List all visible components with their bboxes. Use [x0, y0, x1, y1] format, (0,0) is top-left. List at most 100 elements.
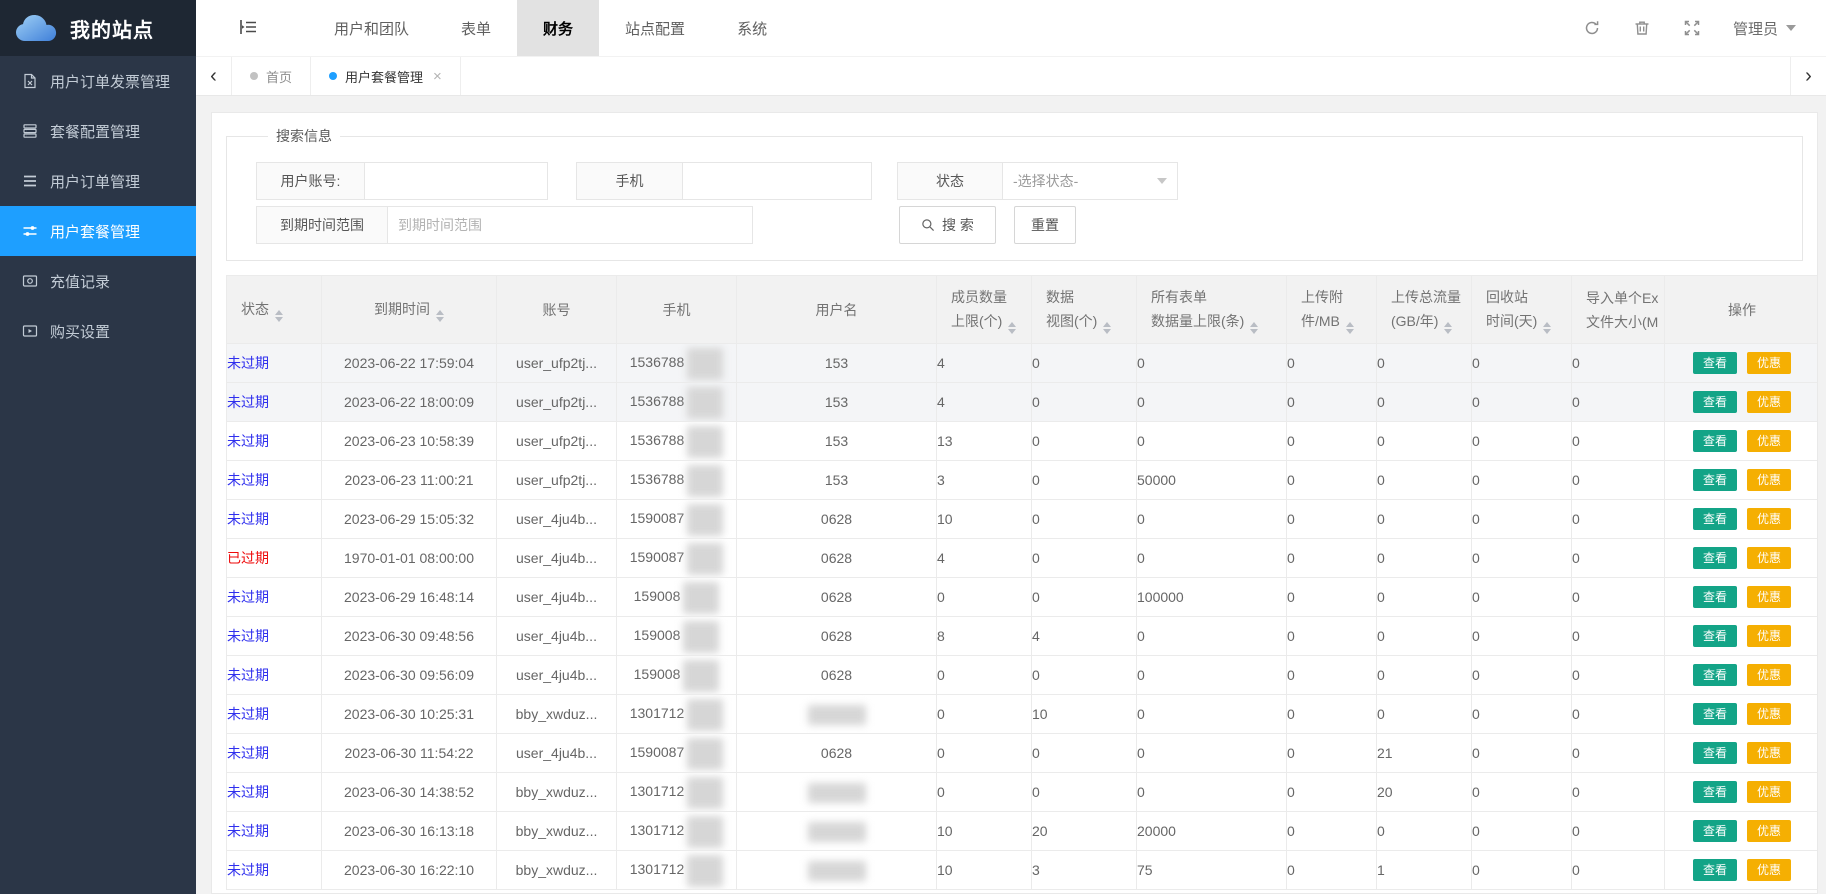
sort-icon[interactable]: [436, 310, 444, 322]
status-link[interactable]: 未过期: [227, 667, 269, 683]
phone-number: 1590087: [630, 549, 685, 565]
sort-icon[interactable]: [275, 310, 283, 322]
reset-button[interactable]: 重置: [1014, 206, 1076, 244]
view-button[interactable]: 查看: [1693, 664, 1737, 686]
page-tab-1[interactable]: 首页: [232, 57, 311, 95]
topnav-item-1[interactable]: 用户和团队: [308, 0, 435, 56]
reset-button-label: 重置: [1031, 215, 1059, 235]
account-input[interactable]: [364, 162, 548, 200]
column-header-6[interactable]: 成员数量上限(个): [937, 276, 1032, 344]
sidebar-item-1[interactable]: 用户订单发票管理: [0, 56, 196, 106]
status-link[interactable]: 未过期: [227, 589, 269, 605]
status-link[interactable]: 未过期: [227, 394, 269, 410]
view-button[interactable]: 查看: [1693, 859, 1737, 881]
sidebar-item-6[interactable]: 购买设置: [0, 306, 196, 356]
status-link[interactable]: 未过期: [227, 745, 269, 761]
page-tab-2[interactable]: 用户套餐管理×: [311, 57, 461, 95]
sidebar-item-5[interactable]: 充值记录: [0, 256, 196, 306]
discount-button[interactable]: 优惠: [1747, 508, 1791, 530]
column-header-8[interactable]: 所有表单数据量上限(条): [1137, 276, 1287, 344]
status-link[interactable]: 未过期: [227, 823, 269, 839]
discount-button[interactable]: 优惠: [1747, 664, 1791, 686]
discount-button[interactable]: 优惠: [1747, 586, 1791, 608]
view-button[interactable]: 查看: [1693, 625, 1737, 647]
search-button[interactable]: 搜 索: [899, 206, 996, 244]
status-link[interactable]: 未过期: [227, 784, 269, 800]
value-cell-6: 0: [1472, 578, 1572, 617]
view-button[interactable]: 查看: [1693, 391, 1737, 413]
topnav-item-4[interactable]: 站点配置: [599, 0, 711, 56]
status-link[interactable]: 未过期: [227, 433, 269, 449]
sort-icon[interactable]: [1008, 322, 1016, 334]
topnav-item-5[interactable]: 系统: [711, 0, 793, 56]
view-button[interactable]: 查看: [1693, 430, 1737, 452]
view-button[interactable]: 查看: [1693, 508, 1737, 530]
tabs-scroll-right-icon[interactable]: ›: [1790, 57, 1826, 95]
sidebar-item-4[interactable]: 用户套餐管理: [0, 206, 196, 256]
discount-button[interactable]: 优惠: [1747, 352, 1791, 374]
fullscreen-icon[interactable]: [1683, 19, 1701, 37]
sidebar: 我的站点 用户订单发票管理套餐配置管理用户订单管理用户套餐管理充值记录购买设置: [0, 0, 196, 894]
view-button[interactable]: 查看: [1693, 547, 1737, 569]
column-header-2[interactable]: 到期时间: [322, 276, 497, 344]
navbar-actions: 管理员: [1583, 0, 1826, 56]
date-range-input[interactable]: [387, 206, 753, 244]
phone-cell: 1301712: [617, 812, 737, 851]
value-cell-5: 21: [1377, 734, 1472, 773]
view-button[interactable]: 查看: [1693, 469, 1737, 491]
view-button[interactable]: 查看: [1693, 703, 1737, 725]
sort-icon[interactable]: [1250, 322, 1258, 334]
trash-icon[interactable]: [1633, 19, 1651, 37]
value-cell-4: 0: [1287, 578, 1377, 617]
admin-dropdown[interactable]: 管理员: [1733, 18, 1796, 39]
status-select[interactable]: -选择状态-: [1002, 162, 1178, 200]
discount-button[interactable]: 优惠: [1747, 469, 1791, 491]
discount-button[interactable]: 优惠: [1747, 547, 1791, 569]
status-link[interactable]: 已过期: [227, 550, 269, 566]
discount-button[interactable]: 优惠: [1747, 859, 1791, 881]
status-link[interactable]: 未过期: [227, 862, 269, 878]
column-header-9[interactable]: 上传附件/MB: [1287, 276, 1377, 344]
tabs-scroll-left-icon[interactable]: ‹: [196, 57, 232, 95]
status-link[interactable]: 未过期: [227, 472, 269, 488]
view-button[interactable]: 查看: [1693, 781, 1737, 803]
column-header-3: 账号: [497, 276, 617, 344]
column-header-11[interactable]: 回收站时间(天): [1472, 276, 1572, 344]
topnav-item-3[interactable]: 财务: [517, 0, 599, 56]
discount-button[interactable]: 优惠: [1747, 703, 1791, 725]
status-link[interactable]: 未过期: [227, 706, 269, 722]
discount-button[interactable]: 优惠: [1747, 391, 1791, 413]
view-button[interactable]: 查看: [1693, 586, 1737, 608]
value-cell-5: 0: [1377, 812, 1472, 851]
discount-button[interactable]: 优惠: [1747, 625, 1791, 647]
status-link[interactable]: 未过期: [227, 628, 269, 644]
username-cell: 0628: [737, 656, 937, 695]
sort-icon[interactable]: [1543, 322, 1551, 334]
masked-phone-blur: [683, 582, 719, 614]
discount-button[interactable]: 优惠: [1747, 742, 1791, 764]
view-button[interactable]: 查看: [1693, 742, 1737, 764]
discount-button[interactable]: 优惠: [1747, 820, 1791, 842]
topnav-item-2[interactable]: 表单: [435, 0, 517, 56]
sort-icon[interactable]: [1103, 322, 1111, 334]
refresh-icon[interactable]: [1583, 19, 1601, 37]
view-button[interactable]: 查看: [1693, 352, 1737, 374]
column-header-1[interactable]: 状态: [227, 276, 322, 344]
value-cell-1: 8: [937, 617, 1032, 656]
column-header-7[interactable]: 数据视图(个): [1032, 276, 1137, 344]
sort-icon[interactable]: [1444, 322, 1452, 334]
sidebar-item-3[interactable]: 用户订单管理: [0, 156, 196, 206]
status-link[interactable]: 未过期: [227, 511, 269, 527]
status-link[interactable]: 未过期: [227, 355, 269, 371]
column-header-10[interactable]: 上传总流量(GB/年): [1377, 276, 1472, 344]
username: 153: [825, 433, 848, 449]
table-row-2: 未过期2023-06-22 18:00:09user_ufp2tj...1536…: [227, 383, 1819, 422]
sidebar-item-2[interactable]: 套餐配置管理: [0, 106, 196, 156]
discount-button[interactable]: 优惠: [1747, 781, 1791, 803]
close-tab-icon[interactable]: ×: [433, 68, 442, 85]
collapse-menu-icon[interactable]: [238, 17, 260, 39]
view-button[interactable]: 查看: [1693, 820, 1737, 842]
phone-input[interactable]: [682, 162, 872, 200]
discount-button[interactable]: 优惠: [1747, 430, 1791, 452]
sort-icon[interactable]: [1346, 322, 1354, 334]
